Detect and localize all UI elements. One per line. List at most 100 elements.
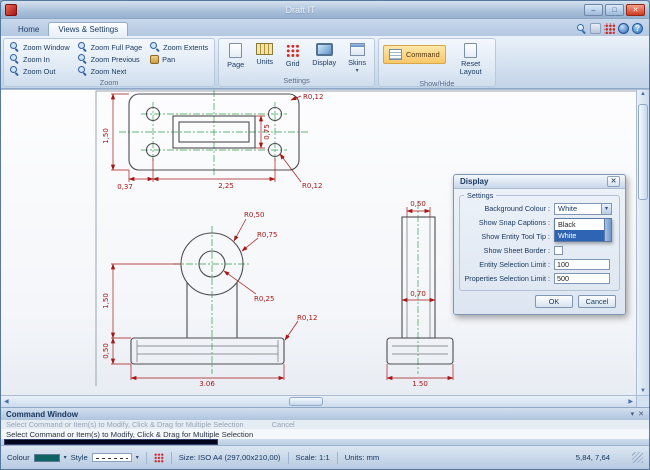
- zoom-next-button[interactable]: Zoom Next: [76, 65, 145, 77]
- pan-button[interactable]: Pan: [148, 53, 210, 65]
- status-bar: Colour ▾ Style ▾ Size: ISO A4 (297,00x21…: [1, 445, 649, 469]
- button-label: Skins: [348, 58, 366, 67]
- zoom-extents-icon: [150, 42, 160, 52]
- colour-swatch[interactable]: [34, 454, 60, 462]
- resize-grip[interactable]: [632, 452, 643, 463]
- units-text: Units: mm: [345, 453, 380, 462]
- pin-icon[interactable]: [590, 23, 601, 34]
- command-menu-icon[interactable]: ▾: [631, 410, 635, 418]
- command-toggle-button[interactable]: Command: [383, 45, 446, 64]
- button-label: Grid: [286, 59, 300, 68]
- app-logo-icon[interactable]: [5, 4, 17, 16]
- separator: [288, 452, 289, 464]
- title-bar: Draft IT – □ ✕: [1, 1, 649, 19]
- scroll-down-icon[interactable]: ▼: [640, 388, 646, 394]
- reset-layout-button[interactable]: Reset Layout: [451, 41, 491, 78]
- display-icon: [316, 43, 333, 56]
- close-button[interactable]: ✕: [626, 4, 645, 16]
- horizontal-scroll-thumb[interactable]: [289, 397, 323, 406]
- dialog-close-button[interactable]: ✕: [607, 176, 620, 187]
- properties-limit-input[interactable]: [554, 273, 610, 284]
- history-cancel-text: Cancel: [272, 420, 295, 429]
- style-label: Style: [71, 453, 88, 462]
- background-colour-dropdown: Black White: [554, 218, 612, 242]
- zoom-out-button[interactable]: Zoom Out: [8, 65, 72, 77]
- dimension-label: 3,06: [199, 380, 215, 386]
- button-label: Page: [227, 60, 244, 69]
- zoom-previous-button[interactable]: Zoom Previous: [76, 53, 145, 65]
- background-colour-select[interactable]: White ▾: [554, 203, 612, 215]
- separator: [146, 452, 147, 464]
- quick-zoom-icon[interactable]: [576, 23, 587, 34]
- tab-home[interactable]: Home: [9, 23, 48, 36]
- dropdown-option-white[interactable]: White: [555, 230, 611, 241]
- skins-button[interactable]: Skins▾: [344, 41, 370, 74]
- zoom-previous-icon: [78, 54, 88, 64]
- drawing-canvas[interactable]: 1,50 0,75 0,37 2,25 R0,12 R0,12 R0,50: [1, 89, 649, 407]
- zoom-window-icon: [10, 42, 20, 52]
- chevron-down-icon[interactable]: ▾: [136, 454, 139, 461]
- ribbon: Zoom Window Zoom In Zoom Out Zoom Full P…: [1, 36, 649, 89]
- display-dialog: Display ✕ Settings Background Colour : W…: [453, 174, 626, 315]
- grid-icon: [285, 43, 300, 57]
- entity-limit-label: Entity Selection Limit :: [464, 260, 554, 269]
- chevron-down-icon[interactable]: ▾: [64, 454, 67, 461]
- dialog-title: Display: [460, 177, 488, 186]
- button-label: Zoom Full Page: [91, 43, 143, 52]
- zoom-window-button[interactable]: Zoom Window: [8, 41, 72, 53]
- showhide-group: Command Reset Layout Show/Hide: [378, 38, 496, 87]
- dimension-label: R0,25: [254, 295, 274, 303]
- dimension-label: 1,50: [102, 293, 110, 309]
- zoom-next-icon: [78, 66, 88, 76]
- command-prompt-line: Select Command or Item(s) to Modify, Cli…: [1, 429, 649, 439]
- scale-text: Scale: 1:1: [296, 453, 330, 462]
- zoom-full-page-button[interactable]: Zoom Full Page: [76, 41, 145, 53]
- entity-limit-input[interactable]: [554, 259, 610, 270]
- dimension-label: 0,50: [102, 343, 110, 359]
- dimension-label: 0,70: [410, 290, 426, 298]
- dropdown-option-black[interactable]: Black: [555, 219, 611, 230]
- page-button[interactable]: Page: [223, 41, 248, 70]
- horizontal-scrollbar[interactable]: ◀ ▶: [1, 395, 636, 407]
- properties-limit-label: Properties Selection Limit :: [464, 274, 554, 283]
- command-close-icon[interactable]: ✕: [638, 410, 644, 418]
- minimize-button[interactable]: –: [584, 4, 603, 16]
- vertical-scrollbar[interactable]: ▲ ▼: [636, 90, 649, 395]
- grid-toggle-icon[interactable]: [604, 23, 615, 34]
- sphere-icon[interactable]: [618, 23, 629, 34]
- scroll-right-icon[interactable]: ▶: [628, 398, 633, 405]
- reset-layout-icon: [464, 43, 477, 58]
- sheet-border-checkbox[interactable]: [554, 246, 563, 255]
- settings-group: Page Units Grid Display Skins▾ Settings: [218, 38, 375, 87]
- vertical-scroll-thumb[interactable]: [638, 104, 648, 200]
- units-button[interactable]: Units: [252, 41, 277, 67]
- scroll-up-icon[interactable]: ▲: [640, 91, 646, 97]
- help-icon[interactable]: ?: [632, 23, 643, 34]
- page-icon: [229, 43, 242, 58]
- colour-label: Colour: [7, 453, 30, 462]
- grid-button[interactable]: Grid: [281, 41, 304, 69]
- dimension-label: 1,50: [412, 380, 428, 386]
- maximize-button[interactable]: □: [605, 4, 624, 16]
- dimension-label: 0,75: [263, 124, 271, 140]
- display-button[interactable]: Display: [308, 41, 340, 68]
- snap-captions-label: Show Snap Captions :: [464, 218, 554, 227]
- dropdown-scrollbar[interactable]: [604, 219, 611, 241]
- style-selector[interactable]: [92, 453, 132, 462]
- chevron-down-icon[interactable]: ▾: [601, 204, 611, 214]
- scrollbar-corner: [636, 395, 649, 407]
- pan-icon: [150, 55, 159, 64]
- command-window-icon: [389, 49, 402, 60]
- zoom-group-label: Zoom: [8, 77, 210, 88]
- dialog-title-bar[interactable]: Display ✕: [454, 175, 625, 189]
- grid-status-icon[interactable]: [154, 453, 164, 463]
- command-window-header[interactable]: Command Window ▾ ✕: [1, 408, 649, 420]
- zoom-group: Zoom Window Zoom In Zoom Out Zoom Full P…: [3, 38, 215, 87]
- selected-value: White: [558, 204, 577, 213]
- tab-views-settings[interactable]: Views & Settings: [48, 22, 128, 36]
- ok-button[interactable]: OK: [535, 295, 573, 308]
- scroll-left-icon[interactable]: ◀: [4, 398, 9, 405]
- cancel-button[interactable]: Cancel: [578, 295, 616, 308]
- zoom-in-button[interactable]: Zoom In: [8, 53, 72, 65]
- zoom-extents-button[interactable]: Zoom Extents: [148, 41, 210, 53]
